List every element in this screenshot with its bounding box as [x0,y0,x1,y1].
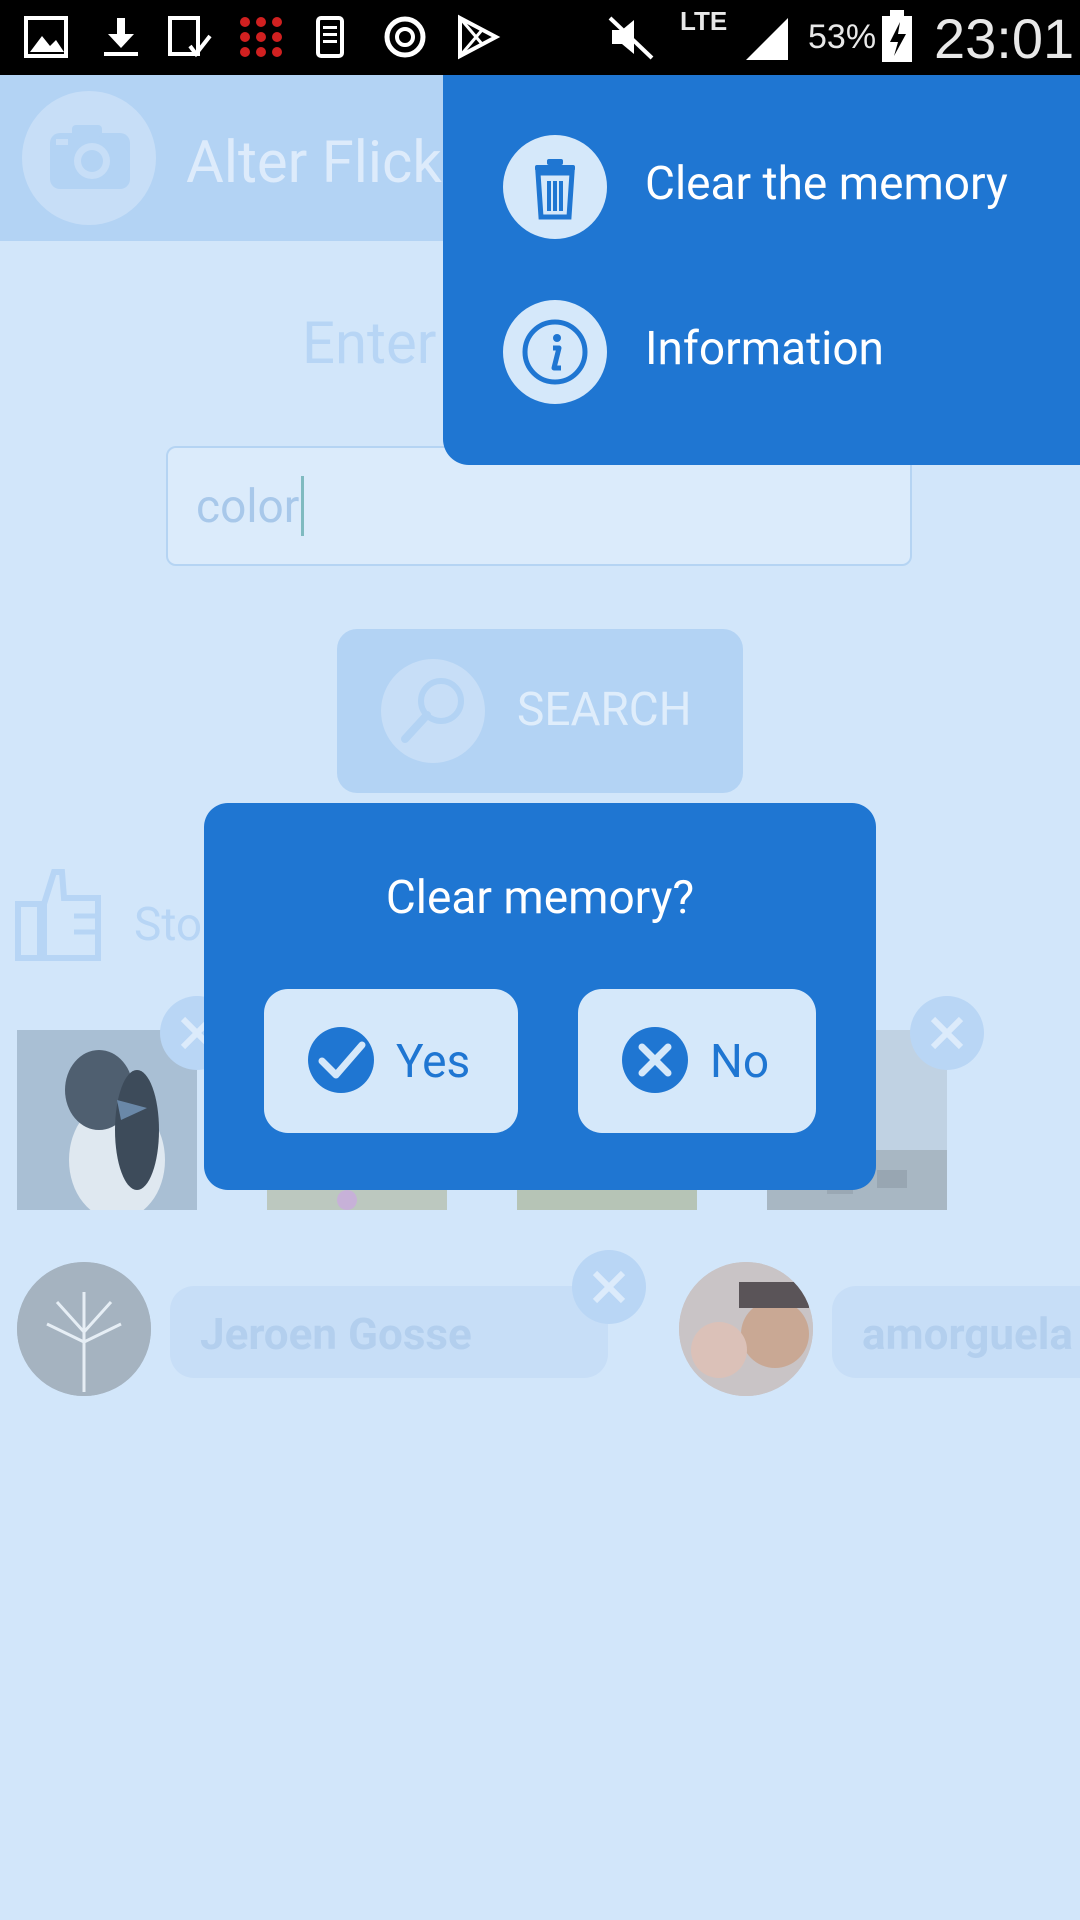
app-title: Alter Flick [186,129,442,197]
clear-memory-dialog: Clear memory? Yes No [204,803,876,1190]
clock: 23:01 [934,7,1075,70]
thumbs-up-icon [15,869,101,961]
magnifier-icon [381,659,485,763]
battery-charging-icon [882,10,912,62]
close-icon [622,1027,688,1093]
dialog-title: Clear memory? [385,871,695,925]
user-name: amorguela [862,1308,1073,1360]
checkmark-icon [308,1027,374,1093]
search-button-label: SEARCH [517,683,692,737]
avatar[interactable] [679,1262,813,1396]
info-icon [503,300,607,404]
user-chip[interactable]: amorguela [832,1286,1080,1378]
remove-user-button[interactable] [572,1250,646,1324]
play-store-icon [458,14,501,60]
no-button-label: No [710,1035,770,1089]
tablet-check-icon [168,16,212,58]
yes-button[interactable]: Yes [264,989,518,1133]
yes-button-label: Yes [396,1035,471,1089]
battery-percent: 53% [808,18,877,56]
overflow-menu: Clear the memory Information [443,75,1080,465]
menu-item-label: Information [645,322,884,376]
sync-icon [384,16,426,58]
menu-item-clear-memory[interactable]: Clear the memory [443,135,1080,285]
menu-item-information[interactable]: Information [443,300,1080,450]
no-button[interactable]: No [578,989,816,1133]
status-bar: LTE 53% 23:01 [0,0,1080,75]
search-input-value: color [196,480,300,534]
signal-icon [746,18,788,60]
stories-label: Sto [134,898,203,952]
avatar[interactable] [17,1262,151,1396]
gallery-icon [24,16,68,58]
dots-grid-icon [240,17,282,57]
user-chip[interactable]: Jeroen Gosse [170,1286,608,1378]
search-button[interactable]: SEARCH [337,629,743,793]
trash-icon [503,135,607,239]
phone-doc-icon [316,16,344,58]
lte-icon: LTE [680,6,728,36]
camera-icon [22,91,156,225]
mute-icon [608,16,654,60]
download-icon [104,18,138,56]
menu-item-label: Clear the memory [645,157,1008,211]
remove-photo-button[interactable] [910,996,984,1070]
user-name: Jeroen Gosse [200,1308,472,1360]
text-cursor [301,476,304,536]
